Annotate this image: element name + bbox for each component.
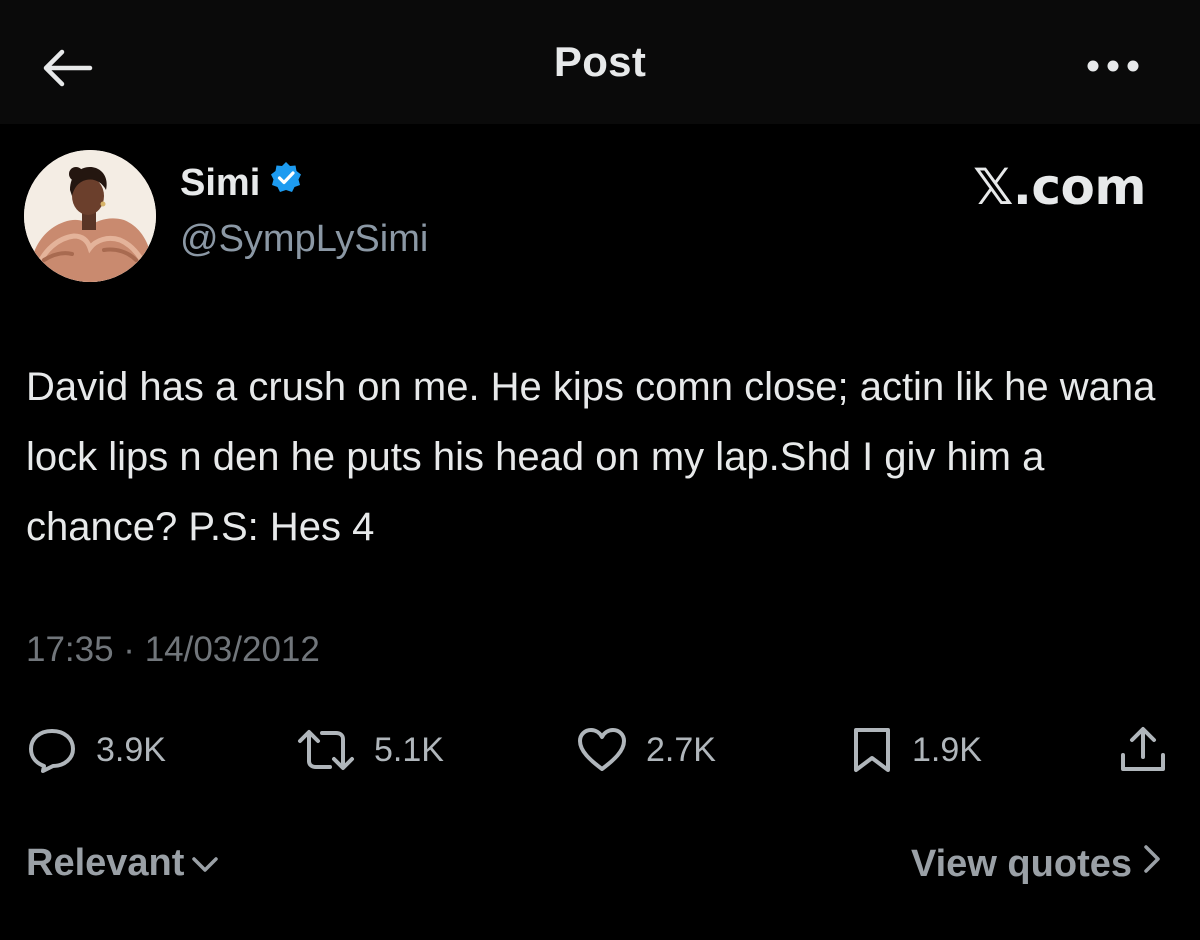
retweet-count: 5.1K: [374, 730, 444, 769]
author-handle[interactable]: @SympLySimi: [180, 218, 428, 261]
verified-badge-icon: [268, 160, 304, 206]
more-options-icon: [1087, 60, 1139, 72]
retweet-button[interactable]: 5.1K: [296, 724, 444, 776]
share-button[interactable]: [1118, 724, 1168, 776]
page-title: Post: [553, 38, 647, 85]
more-options-button[interactable]: [1078, 44, 1148, 88]
top-navigation-bar: Post: [0, 0, 1200, 124]
tweet-text: David has a crush on me. He kips comn cl…: [26, 365, 1156, 549]
reply-button[interactable]: 3.9K: [26, 724, 166, 776]
sort-label: Relevant: [26, 842, 185, 884]
tweet-timestamp[interactable]: 17:35 · 14/03/2012: [26, 630, 320, 670]
heart-icon: [578, 728, 626, 771]
like-count: 2.7K: [646, 730, 716, 769]
author-name-text: Simi: [180, 161, 261, 204]
x-com-watermark: 𝕏.com: [973, 158, 1146, 216]
avatar-portrait: [24, 150, 156, 282]
chevron-right-icon: [1138, 842, 1164, 886]
sort-replies-dropdown[interactable]: Relevant: [26, 842, 220, 885]
bookmark-button[interactable]: 1.9K: [850, 724, 982, 776]
bookmark-icon: [854, 728, 890, 772]
view-quotes-link[interactable]: View quotes: [911, 842, 1164, 886]
like-button[interactable]: 2.7K: [576, 724, 716, 776]
avatar[interactable]: [24, 150, 156, 282]
reply-icon: [29, 729, 75, 773]
bookmark-count: 1.9K: [912, 730, 982, 769]
post-page: Post Simi @SympLySimi 𝕏.com David has a …: [0, 0, 1200, 940]
share-icon: [1121, 727, 1165, 771]
view-quotes-label: View quotes: [910, 842, 1132, 885]
reply-count: 3.9K: [96, 730, 166, 769]
author-display-name[interactable]: Simi: [180, 160, 304, 206]
chevron-down-icon: [190, 842, 220, 885]
retweet-icon: [298, 730, 354, 770]
